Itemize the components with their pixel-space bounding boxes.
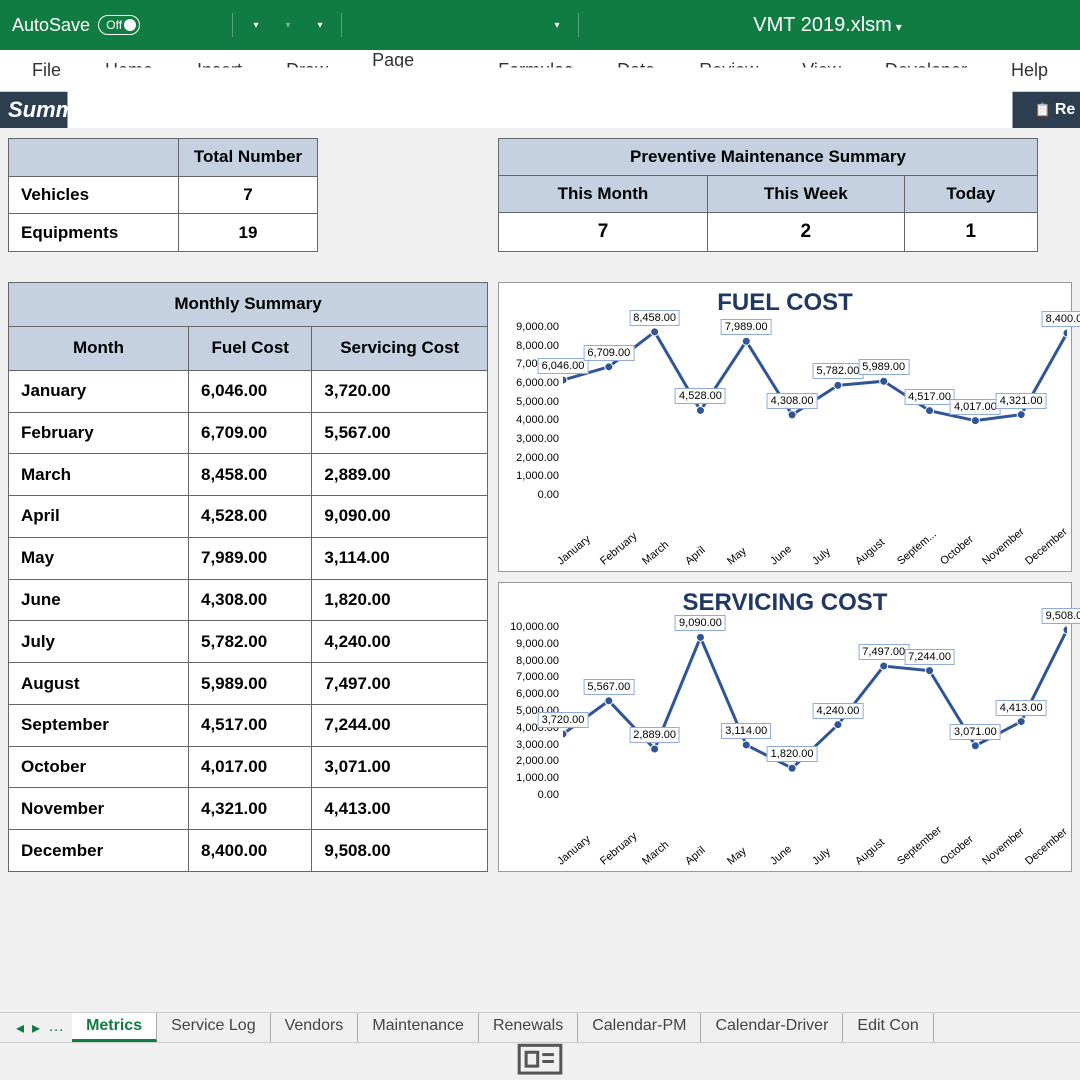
prevent-val: 2 (707, 213, 904, 252)
totals-header: Total Number (179, 139, 318, 177)
monthly-header: Monthly Summary (9, 283, 488, 327)
prevent-col: This Month (499, 176, 708, 213)
fuel-cell: 4,517.00 (189, 704, 312, 746)
y-axis: 10,000.009,000.008,000.007,000.006,000.0… (503, 621, 563, 801)
month-cell: January (9, 370, 189, 412)
sheet-tab-service-log[interactable]: Service Log (157, 1013, 271, 1042)
month-cell: October (9, 746, 189, 788)
totals-value: 19 (179, 214, 318, 252)
service-cell: 3,114.00 (312, 537, 488, 579)
prevent-val: 1 (904, 213, 1037, 252)
fuel-cell: 8,400.00 (189, 830, 312, 872)
sheet-next-icon[interactable]: ▸ (32, 1018, 40, 1038)
fuel-cell: 4,017.00 (189, 746, 312, 788)
status-bar (0, 1042, 1080, 1080)
fuel-cell: 5,782.00 (189, 621, 312, 663)
service-cell: 4,240.00 (312, 621, 488, 663)
fuel-cell: 4,528.00 (189, 496, 312, 538)
sheet-nav[interactable]: ◂ ▸ … (8, 1018, 72, 1038)
totals-label: Equipments (9, 214, 179, 252)
month-cell: December (9, 830, 189, 872)
prevent-val: 7 (499, 213, 708, 252)
sheet-tab-vendors[interactable]: Vendors (271, 1013, 359, 1042)
sheet-tab-maintenance[interactable]: Maintenance (358, 1013, 479, 1042)
totals-value: 7 (179, 176, 318, 214)
month-cell: November (9, 788, 189, 830)
fuel-cell: 5,989.00 (189, 663, 312, 705)
service-cell: 9,090.00 (312, 496, 488, 538)
title-bar: AutoSave Off ▾ ▾ ▾ ▾ VMT 2019.xlsm ▾ (0, 0, 1080, 50)
service-cell: 1,820.00 (312, 579, 488, 621)
service-cell: 3,720.00 (312, 370, 488, 412)
x-axis: JanuaryFebruaryMarchAprilMayJuneJulyAugu… (559, 557, 1067, 569)
fuel-cell: 6,046.00 (189, 370, 312, 412)
chart-1[interactable]: SERVICING COST 10,000.009,000.008,000.007… (498, 582, 1072, 872)
totals-table: Total Number Vehicles7Equipments19 (8, 138, 318, 252)
service-cell: 5,567.00 (312, 412, 488, 454)
sheet-tab-renewals[interactable]: Renewals (479, 1013, 578, 1042)
plot-area: 3,720.005,567.002,889.009,090.003,114.00… (563, 621, 1067, 801)
monthly-col: Month (9, 326, 189, 370)
preventive-table: Preventive Maintenance Summary This Mont… (498, 138, 1038, 252)
fuel-cell: 7,989.00 (189, 537, 312, 579)
service-cell: 2,889.00 (312, 454, 488, 496)
sheet-tab-edit-con[interactable]: Edit Con (843, 1013, 933, 1042)
month-cell: May (9, 537, 189, 579)
chart-title: SERVICING COST (503, 589, 1067, 617)
chart-0[interactable]: FUEL COST 9,000.008,000.007,000.006,000.0… (498, 282, 1072, 572)
sheet-tab-calendar-driver[interactable]: Calendar-Driver (701, 1013, 843, 1042)
month-cell: June (9, 579, 189, 621)
month-cell: July (9, 621, 189, 663)
month-cell: August (9, 663, 189, 705)
plot-area: 6,046.006,709.008,458.004,528.007,989.00… (563, 321, 1067, 501)
sheet-tabs: ◂ ▸ … MetricsService LogVendorsMaintenan… (0, 1012, 1080, 1042)
prevent-col: Today (904, 176, 1037, 213)
sheet-tab-metrics[interactable]: Metrics (72, 1013, 157, 1042)
service-cell: 9,508.00 (312, 830, 488, 872)
month-cell: February (9, 412, 189, 454)
fuel-cell: 4,321.00 (189, 788, 312, 830)
monthly-table: Monthly Summary MonthFuel CostServicing … (8, 282, 488, 872)
content-area: Total Number Vehicles7Equipments19 Preve… (0, 128, 1080, 1048)
month-cell: September (9, 704, 189, 746)
sheet-tab-calendar-pm[interactable]: Calendar-PM (578, 1013, 701, 1042)
service-cell: 7,244.00 (312, 704, 488, 746)
service-cell: 7,497.00 (312, 663, 488, 705)
highlight-icon[interactable]: ▾ (542, 11, 570, 39)
month-cell: March (9, 454, 189, 496)
service-cell: 3,071.00 (312, 746, 488, 788)
sheet-more-icon[interactable]: … (48, 1018, 64, 1038)
totals-label: Vehicles (9, 176, 179, 214)
sheet-prev-icon[interactable]: ◂ (16, 1018, 24, 1038)
service-cell: 4,413.00 (312, 788, 488, 830)
month-cell: April (9, 496, 189, 538)
preventive-header: Preventive Maintenance Summary (499, 139, 1038, 176)
chart-title: FUEL COST (503, 289, 1067, 317)
y-axis: 9,000.008,000.007,000.006,000.005,000.00… (503, 321, 563, 501)
fuel-cell: 6,709.00 (189, 412, 312, 454)
prevent-col: This Week (707, 176, 904, 213)
x-axis: JanuaryFebruaryMarchAprilMayJuneJulyAugu… (559, 857, 1067, 869)
monthly-col: Servicing Cost (312, 326, 488, 370)
fuel-cell: 4,308.00 (189, 579, 312, 621)
fuel-cell: 8,458.00 (189, 454, 312, 496)
monthly-col: Fuel Cost (189, 326, 312, 370)
